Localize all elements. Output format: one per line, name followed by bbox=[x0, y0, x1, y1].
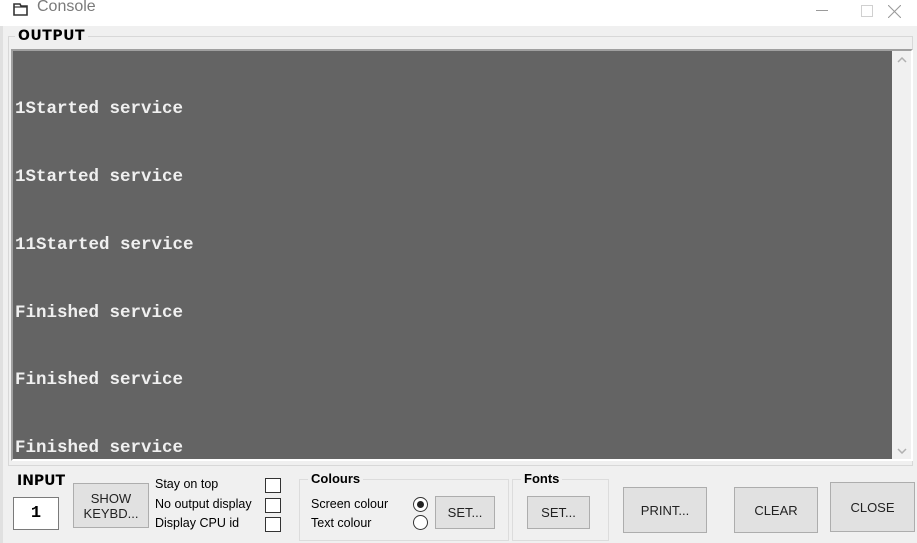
stay-on-top-checkbox[interactable] bbox=[265, 478, 281, 493]
output-line: 1Started service bbox=[15, 99, 184, 120]
screen-colour-label: Screen colour bbox=[311, 497, 389, 511]
close-window-button[interactable] bbox=[871, 0, 917, 22]
clear-button[interactable]: CLEAR bbox=[734, 487, 818, 533]
close-button[interactable]: CLOSE bbox=[830, 482, 915, 532]
print-button[interactable]: PRINT... bbox=[623, 487, 707, 533]
output-label: OUTPUT bbox=[15, 28, 88, 44]
background-window-edge bbox=[0, 26, 3, 543]
chevron-up-icon bbox=[896, 56, 907, 63]
stay-on-top-label: Stay on top bbox=[155, 477, 219, 491]
output-lines: 1Started service 1Started service 11Star… bbox=[15, 53, 891, 505]
set-colour-button[interactable]: SET... bbox=[435, 496, 495, 529]
output-line: Finished service bbox=[15, 438, 184, 459]
screen-colour-radio[interactable] bbox=[413, 497, 428, 512]
output-display[interactable]: 1Started service 1Started service 11Star… bbox=[11, 49, 913, 461]
scroll-up-button[interactable] bbox=[892, 51, 911, 68]
text-colour-radio[interactable] bbox=[413, 515, 428, 530]
console-window-icon bbox=[13, 3, 28, 16]
title-bar: Console bbox=[0, 0, 917, 26]
window-title: Console bbox=[37, 0, 96, 15]
output-scrollbar[interactable] bbox=[892, 51, 911, 459]
no-output-display-label: No output display bbox=[155, 497, 252, 511]
minimize-button[interactable] bbox=[799, 0, 845, 22]
show-keyboard-label-line2: KEYBD... bbox=[83, 505, 139, 521]
colours-label: Colours bbox=[308, 471, 364, 486]
output-line: Finished service bbox=[15, 302, 184, 323]
input-field[interactable]: 1 bbox=[13, 497, 59, 530]
minimize-icon bbox=[816, 10, 828, 11]
close-icon bbox=[887, 4, 901, 18]
show-keyboard-label-line1: SHOW bbox=[90, 490, 132, 506]
no-output-display-checkbox[interactable] bbox=[265, 498, 281, 513]
display-cpu-id-checkbox[interactable] bbox=[265, 517, 281, 532]
text-colour-label: Text colour bbox=[311, 516, 372, 530]
output-line: 11Started service bbox=[15, 234, 194, 255]
input-label: INPUT bbox=[17, 473, 66, 489]
output-line: 1Started service bbox=[15, 166, 184, 187]
output-line: Finished service bbox=[15, 370, 184, 391]
scroll-down-button[interactable] bbox=[892, 442, 911, 459]
fonts-label: Fonts bbox=[521, 471, 563, 486]
show-keyboard-button[interactable]: SHOW KEYBD... bbox=[73, 483, 149, 528]
chevron-down-icon bbox=[896, 447, 907, 454]
display-cpu-id-label: Display CPU id bbox=[155, 516, 240, 530]
set-font-button[interactable]: SET... bbox=[527, 496, 590, 529]
